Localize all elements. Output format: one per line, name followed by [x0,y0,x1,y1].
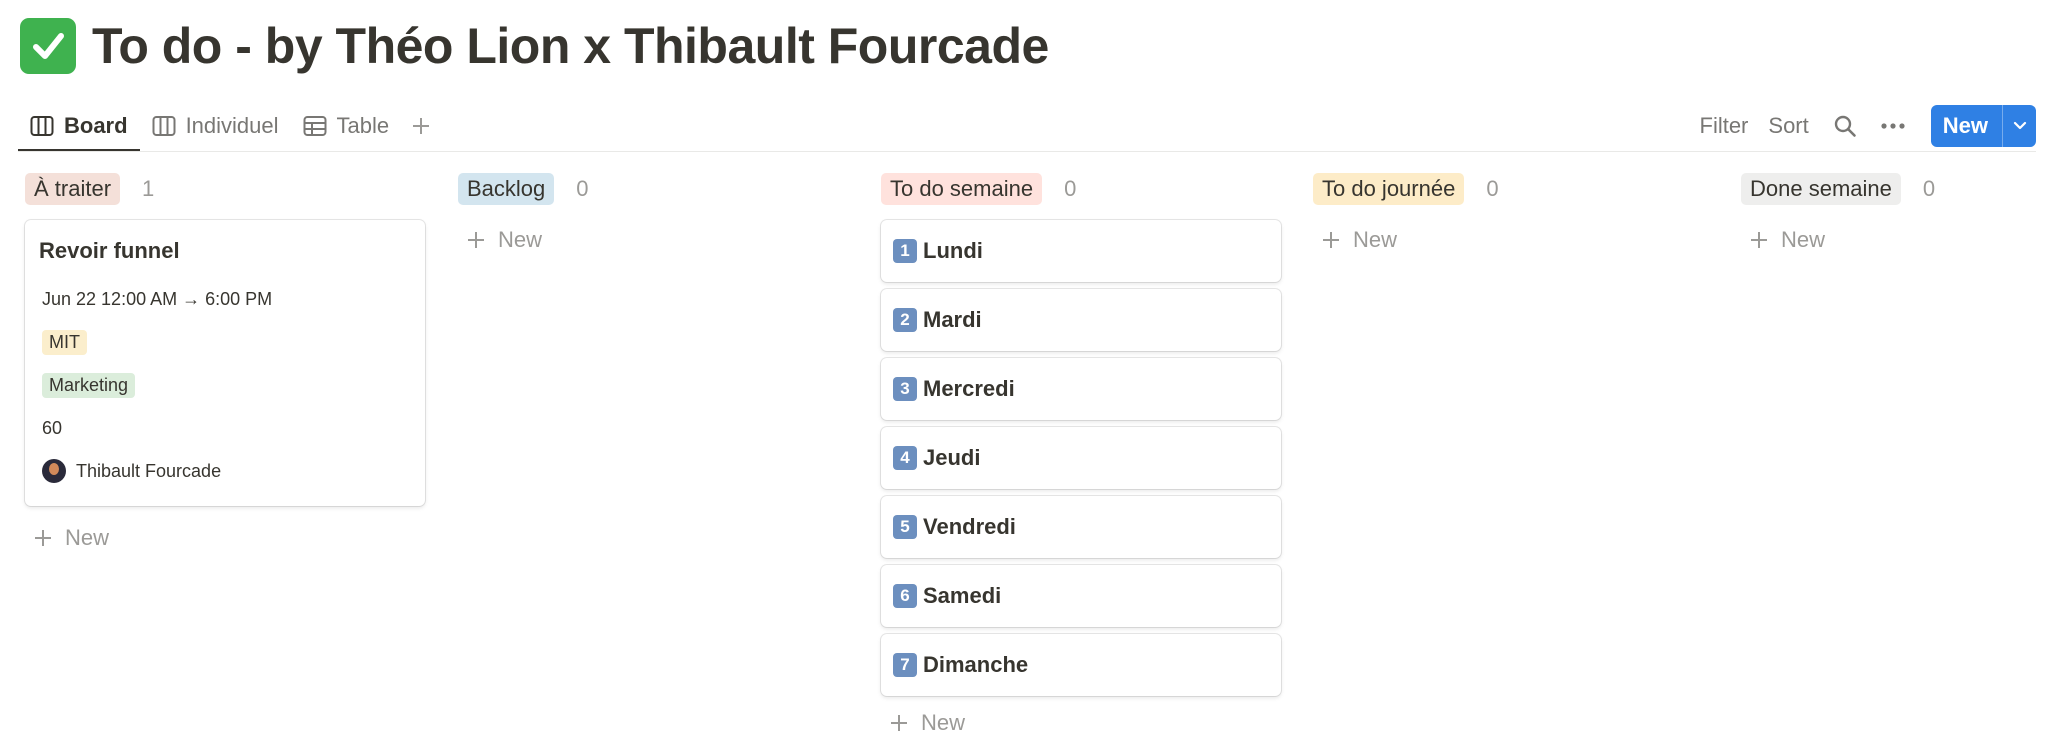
card-number: 60 [42,417,63,438]
card-mardi[interactable]: 2 Mardi [881,289,1281,351]
column-title[interactable]: Backlog [458,173,555,205]
card-vendredi[interactable]: 5 Vendredi [881,496,1281,558]
card-title: Lundi [923,238,983,263]
card-title: Revoir funnel [39,238,180,263]
column-header: Backlog 0 [458,172,858,206]
sort-button[interactable]: Sort [1768,113,1808,139]
tab-individuel-label: Individuel [185,113,279,138]
new-button[interactable]: New [1931,105,2002,147]
check-mark-button-icon [20,18,76,74]
keycap-five-icon: 5 [893,515,917,539]
tag-mit: MIT [42,329,87,355]
plus-icon [468,232,484,248]
column-header: Done semaine 0 [1741,172,2031,206]
keycap-four-icon: 4 [893,446,917,470]
keycap-two-icon: 2 [893,308,917,332]
card-dimanche[interactable]: 7 Dimanche [881,634,1281,696]
add-card-button[interactable]: New [458,220,858,260]
table-icon [303,116,327,136]
search-icon[interactable] [1829,110,1861,142]
column-backlog: Backlog 0 New [458,172,858,260]
tab-individuel[interactable]: Individuel [140,100,291,152]
plus-icon [35,530,51,546]
view-tabs: Board Individuel Table [18,100,441,152]
card-date: Jun 22 12:00 AM → 6:00 PM [42,288,273,309]
column-to-do-semaine: To do semaine 0 1 Lundi 2 Mardi 3 Mercre… [881,172,1281,743]
add-card-button[interactable]: New [1741,220,2031,260]
page-title-row: To do - by Théo Lion x Thibault Fourcade [20,14,1049,78]
card-title: Mercredi [923,376,1015,401]
board-icon [152,116,176,136]
new-button-group: New [1930,105,2036,147]
plus-icon [1323,232,1339,248]
column-done-semaine: Done semaine 0 New [1741,172,2031,260]
card-title: Mardi [923,307,982,332]
more-options-icon[interactable] [1877,110,1909,142]
column-header: To do semaine 0 [881,172,1281,206]
board-icon [30,116,54,136]
column-to-do-journee: To do journée 0 New [1313,172,1713,260]
card-title: Vendredi [923,514,1016,539]
keycap-seven-icon: 7 [893,653,917,677]
column-count: 0 [576,176,589,201]
view-actions: Filter Sort New [1700,100,2036,152]
column-count: 0 [1064,176,1077,201]
add-card-label: New [498,227,543,252]
card-title: Jeudi [923,445,981,470]
view-bar: Board Individuel Table Filter Sort New [18,100,2036,152]
column-title[interactable]: To do journée [1313,173,1465,205]
column-title[interactable]: To do semaine [881,173,1043,205]
column-title[interactable]: À traiter [25,173,121,205]
plus-icon [413,118,430,134]
plus-icon [891,715,907,731]
add-card-button[interactable]: New [25,518,425,558]
add-card-button[interactable]: New [1313,220,1713,260]
keycap-one-icon: 1 [893,239,917,263]
column-a-traiter: À traiter 1 Revoir funnel Jun 22 12:00 A… [25,172,425,558]
tab-table[interactable]: Table [291,100,402,152]
card-title: Samedi [923,583,1002,608]
card-priority: MIT [42,327,411,357]
avatar [42,459,66,483]
filter-button[interactable]: Filter [1700,113,1749,139]
add-card-label: New [1353,227,1398,252]
divider [18,151,2036,152]
card-lundi[interactable]: 1 Lundi [881,220,1281,282]
column-count: 0 [1486,176,1499,201]
chevron-down-icon[interactable] [2002,105,2036,147]
add-card-label: New [921,710,966,735]
keycap-six-icon: 6 [893,584,917,608]
page-title: To do - by Théo Lion x Thibault Fourcade [92,18,1049,74]
keycap-three-icon: 3 [893,377,917,401]
card-title: Dimanche [923,652,1029,677]
tab-board-label: Board [64,113,128,138]
card-jeudi[interactable]: 4 Jeudi [881,427,1281,489]
tab-table-label: Table [336,113,390,138]
card-category: Marketing [42,370,411,400]
plus-icon [1751,232,1767,248]
card-samedi[interactable]: 6 Samedi [881,565,1281,627]
add-card-label: New [65,525,110,550]
person-name: Thibault Fourcade [76,460,222,481]
add-card-button[interactable]: New [881,703,1281,743]
add-card-label: New [1781,227,1826,252]
column-header: À traiter 1 [25,172,425,206]
column-title[interactable]: Done semaine [1741,173,1901,205]
tag-marketing: Marketing [42,372,136,398]
tab-board[interactable]: Board [18,100,140,152]
add-view-button[interactable] [401,100,441,152]
column-count: 1 [142,176,155,201]
card-mercredi[interactable]: 3 Mercredi [881,358,1281,420]
card[interactable]: Revoir funnel Jun 22 12:00 AM → 6:00 PM … [25,220,425,506]
column-count: 0 [1922,176,1936,201]
column-header: To do journée 0 [1313,172,1713,206]
card-person: Thibault Fourcade [42,456,411,486]
